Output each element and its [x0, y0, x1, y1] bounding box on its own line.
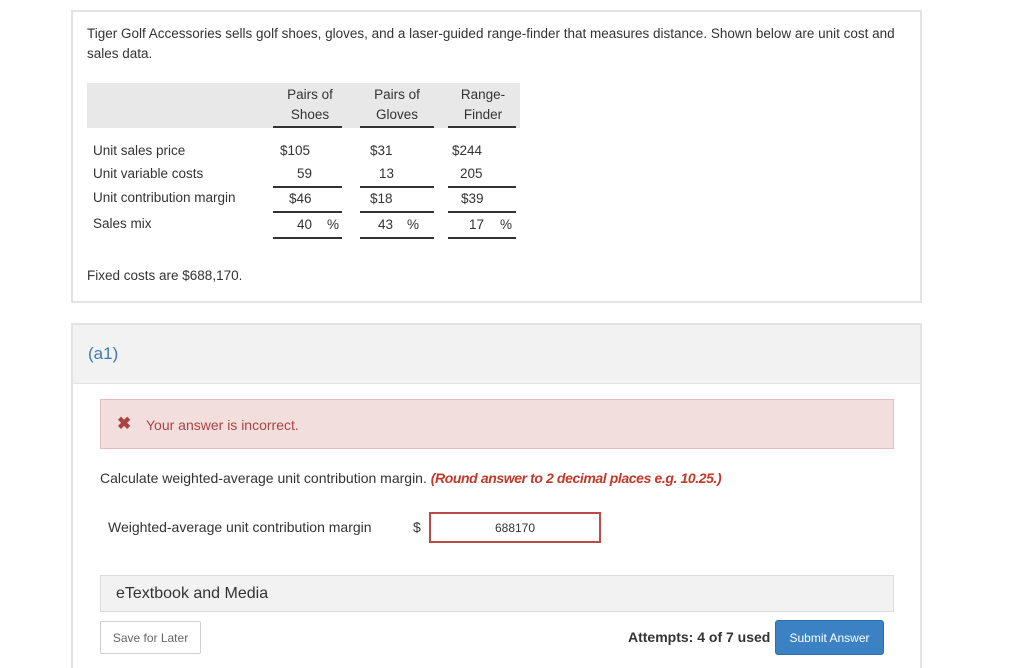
cell-gloves-mix: 43	[378, 217, 394, 232]
cell-shoes-mix: 40	[297, 217, 313, 232]
submit-answer-button[interactable]: Submit Answer	[775, 620, 884, 655]
x-icon: ✖	[117, 414, 132, 433]
cell-gloves-price: $31	[370, 143, 393, 158]
col-header-gloves: Pairs of Gloves	[374, 87, 420, 122]
col-header-range-finder: Range- Finder	[460, 87, 506, 122]
cell-shoes-variable: 59	[297, 166, 313, 181]
etextbook-label: eTextbook and Media	[116, 585, 269, 602]
part-label: (a1)	[88, 344, 119, 363]
alert-text: Your answer is incorrect.	[146, 417, 299, 433]
problem-card: Tiger Golf Accessories sells golf shoes,…	[71, 10, 922, 303]
cell-shoes-margin: $46	[289, 191, 312, 206]
question-card: (a1) ✖ Your answer is incorrect. Calcula…	[71, 323, 922, 668]
fixed-costs-text: Fixed costs are $688,170.	[87, 268, 243, 283]
cell-finder-margin: $39	[461, 191, 484, 206]
save-for-later-button[interactable]: Save for Later	[100, 621, 201, 654]
row-label-unit-sales-price: Unit sales price	[93, 143, 186, 158]
currency-symbol: $	[413, 519, 421, 535]
col-header-shoes: Pairs of Shoes	[287, 87, 333, 122]
cell-finder-variable: 205	[460, 166, 483, 181]
percent-sign: %	[500, 217, 513, 232]
incorrect-alert: ✖ Your answer is incorrect.	[100, 399, 894, 449]
cell-shoes-price: $105	[280, 143, 311, 158]
cell-finder-mix: 17	[469, 217, 485, 232]
rounding-hint: (Round answer to 2 decimal places e.g. 1…	[430, 470, 722, 486]
percent-sign: %	[327, 217, 340, 232]
answer-label: Weighted-average unit contribution margi…	[108, 519, 372, 535]
attempts-counter: Attempts: 4 of 7 used	[628, 629, 771, 645]
weighted-margin-input[interactable]	[429, 512, 601, 543]
question-prompt: Calculate weighted-average unit contribu…	[100, 470, 427, 486]
question-header: (a1)	[73, 325, 920, 384]
row-label-unit-contribution-margin: Unit contribution margin	[93, 190, 236, 205]
cell-gloves-variable: 13	[379, 166, 395, 181]
row-label-sales-mix: Sales mix	[93, 216, 152, 231]
percent-sign: %	[407, 217, 420, 232]
cell-finder-price: $244	[452, 143, 483, 158]
row-label-unit-variable-costs: Unit variable costs	[93, 166, 204, 181]
cell-gloves-margin: $18	[370, 191, 393, 206]
etextbook-media-panel[interactable]: eTextbook and Media	[100, 575, 894, 612]
problem-intro: Tiger Golf Accessories sells golf shoes,…	[87, 26, 895, 61]
question-text: Calculate weighted-average unit contribu…	[100, 470, 722, 486]
